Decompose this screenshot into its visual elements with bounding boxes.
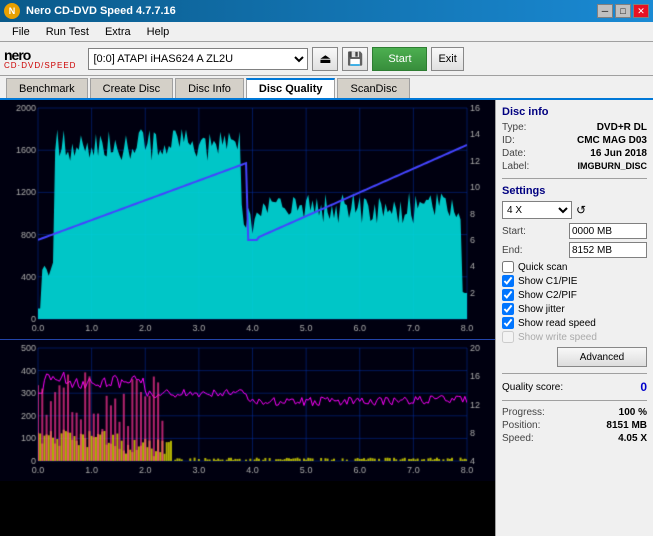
id-row: ID: CMC MAG D03 — [502, 135, 647, 146]
id-label: ID: — [502, 135, 515, 146]
date-label: Date: — [502, 148, 526, 159]
advanced-button[interactable]: Advanced — [557, 347, 647, 367]
show-c2pif-label[interactable]: Show C2/PIF — [518, 290, 577, 301]
maximize-button[interactable]: □ — [615, 4, 631, 18]
start-input[interactable] — [569, 223, 647, 239]
quick-scan-row: Quick scan — [502, 261, 647, 273]
separator-1 — [502, 178, 647, 179]
start-label: Start: — [502, 226, 526, 237]
disc-label-label: Label: — [502, 161, 529, 172]
tab-disc-info[interactable]: Disc Info — [175, 78, 244, 98]
show-c2pif-checkbox[interactable] — [502, 289, 514, 301]
show-jitter-checkbox[interactable] — [502, 303, 514, 315]
quality-score-label: Quality score: — [502, 382, 563, 393]
speed-value: 4.05 X — [618, 433, 647, 444]
progress-label: Progress: — [502, 407, 545, 418]
speed-row: Speed: 4.05 X — [502, 433, 647, 444]
menu-help[interactable]: Help — [139, 24, 178, 40]
type-label: Type: — [502, 122, 526, 133]
tab-benchmark[interactable]: Benchmark — [6, 78, 88, 98]
disc-label-row: Label: IMGBURN_DISC — [502, 161, 647, 172]
disc-label-value: IMGBURN_DISC — [577, 161, 647, 172]
write-speed-row: Show write speed — [502, 331, 647, 343]
drive-select[interactable]: [0:0] ATAPI iHAS624 A ZL2U — [88, 48, 308, 70]
save-icon-button[interactable]: 💾 — [342, 47, 368, 71]
title-bar-left: N Nero CD-DVD Speed 4.7.7.16 — [4, 3, 176, 19]
quality-score-value: 0 — [640, 380, 647, 394]
menu-run-test[interactable]: Run Test — [38, 24, 97, 40]
type-row: Type: DVD+R DL — [502, 122, 647, 133]
minimize-button[interactable]: ─ — [597, 4, 613, 18]
nero-logo-bottom: CD·DVD/SPEED — [4, 62, 76, 70]
toolbar: nero CD·DVD/SPEED [0:0] ATAPI iHAS624 A … — [0, 42, 653, 76]
menu-bar: File Run Test Extra Help — [0, 22, 653, 42]
eject-icon-button[interactable]: ⏏ — [312, 47, 338, 71]
show-c1pie-checkbox[interactable] — [502, 275, 514, 287]
right-panel: Disc info Type: DVD+R DL ID: CMC MAG D03… — [495, 100, 653, 536]
chart-bottom — [0, 340, 495, 536]
show-jitter-label[interactable]: Show jitter — [518, 304, 565, 315]
tab-scan-disc[interactable]: ScanDisc — [337, 78, 409, 98]
refresh-icon[interactable]: ↺ — [576, 203, 586, 217]
chart-top — [0, 100, 495, 340]
id-value: CMC MAG D03 — [577, 135, 647, 146]
type-value: DVD+R DL — [597, 122, 647, 133]
quick-scan-label[interactable]: Quick scan — [518, 262, 567, 273]
end-row: End: — [502, 242, 647, 258]
speed-label: Speed: — [502, 433, 534, 444]
c1pie-row: Show C1/PIE — [502, 275, 647, 287]
show-c1pie-label[interactable]: Show C1/PIE — [518, 276, 577, 287]
quality-row: Quality score: 0 — [502, 380, 647, 394]
end-label: End: — [502, 245, 523, 256]
title-controls[interactable]: ─ □ ✕ — [597, 4, 649, 18]
tabs-bar: Benchmark Create Disc Disc Info Disc Qua… — [0, 76, 653, 100]
tab-create-disc[interactable]: Create Disc — [90, 78, 173, 98]
speed-row: 4 X ↺ — [502, 201, 647, 219]
date-row: Date: 16 Jun 2018 — [502, 148, 647, 159]
start-button[interactable]: Start — [372, 47, 427, 71]
end-input[interactable] — [569, 242, 647, 258]
show-read-speed-label[interactable]: Show read speed — [518, 318, 596, 329]
main-content: PI Errors Average: 726.55 Maximum: 1735 … — [0, 100, 653, 536]
tab-disc-quality[interactable]: Disc Quality — [246, 78, 336, 98]
separator-2 — [502, 373, 647, 374]
position-label: Position: — [502, 420, 540, 431]
read-speed-row: Show read speed — [502, 317, 647, 329]
disc-info-title: Disc info — [502, 106, 647, 118]
menu-file[interactable]: File — [4, 24, 38, 40]
quick-scan-checkbox[interactable] — [502, 261, 514, 273]
close-button[interactable]: ✕ — [633, 4, 649, 18]
show-write-speed-label: Show write speed — [518, 332, 597, 343]
exit-button[interactable]: Exit — [431, 47, 463, 71]
date-value: 16 Jun 2018 — [590, 148, 647, 159]
chart-area: PI Errors Average: 726.55 Maximum: 1735 … — [0, 100, 495, 536]
position-value: 8151 MB — [606, 420, 647, 431]
menu-extra[interactable]: Extra — [97, 24, 139, 40]
progress-value: 100 % — [619, 407, 647, 418]
window-title: Nero CD-DVD Speed 4.7.7.16 — [26, 5, 176, 17]
show-read-speed-checkbox[interactable] — [502, 317, 514, 329]
app-icon: N — [4, 3, 20, 19]
progress-progress-row: Progress: 100 % — [502, 407, 647, 418]
c2pif-row: Show C2/PIF — [502, 289, 647, 301]
start-row: Start: — [502, 223, 647, 239]
show-write-speed-checkbox — [502, 331, 514, 343]
settings-title: Settings — [502, 185, 647, 197]
speed-select[interactable]: 4 X — [502, 201, 572, 219]
nero-logo: nero CD·DVD/SPEED — [4, 48, 76, 70]
separator-3 — [502, 400, 647, 401]
position-row: Position: 8151 MB — [502, 420, 647, 431]
nero-logo-top: nero — [4, 48, 76, 62]
title-bar: N Nero CD-DVD Speed 4.7.7.16 ─ □ ✕ — [0, 0, 653, 22]
jitter-row: Show jitter — [502, 303, 647, 315]
